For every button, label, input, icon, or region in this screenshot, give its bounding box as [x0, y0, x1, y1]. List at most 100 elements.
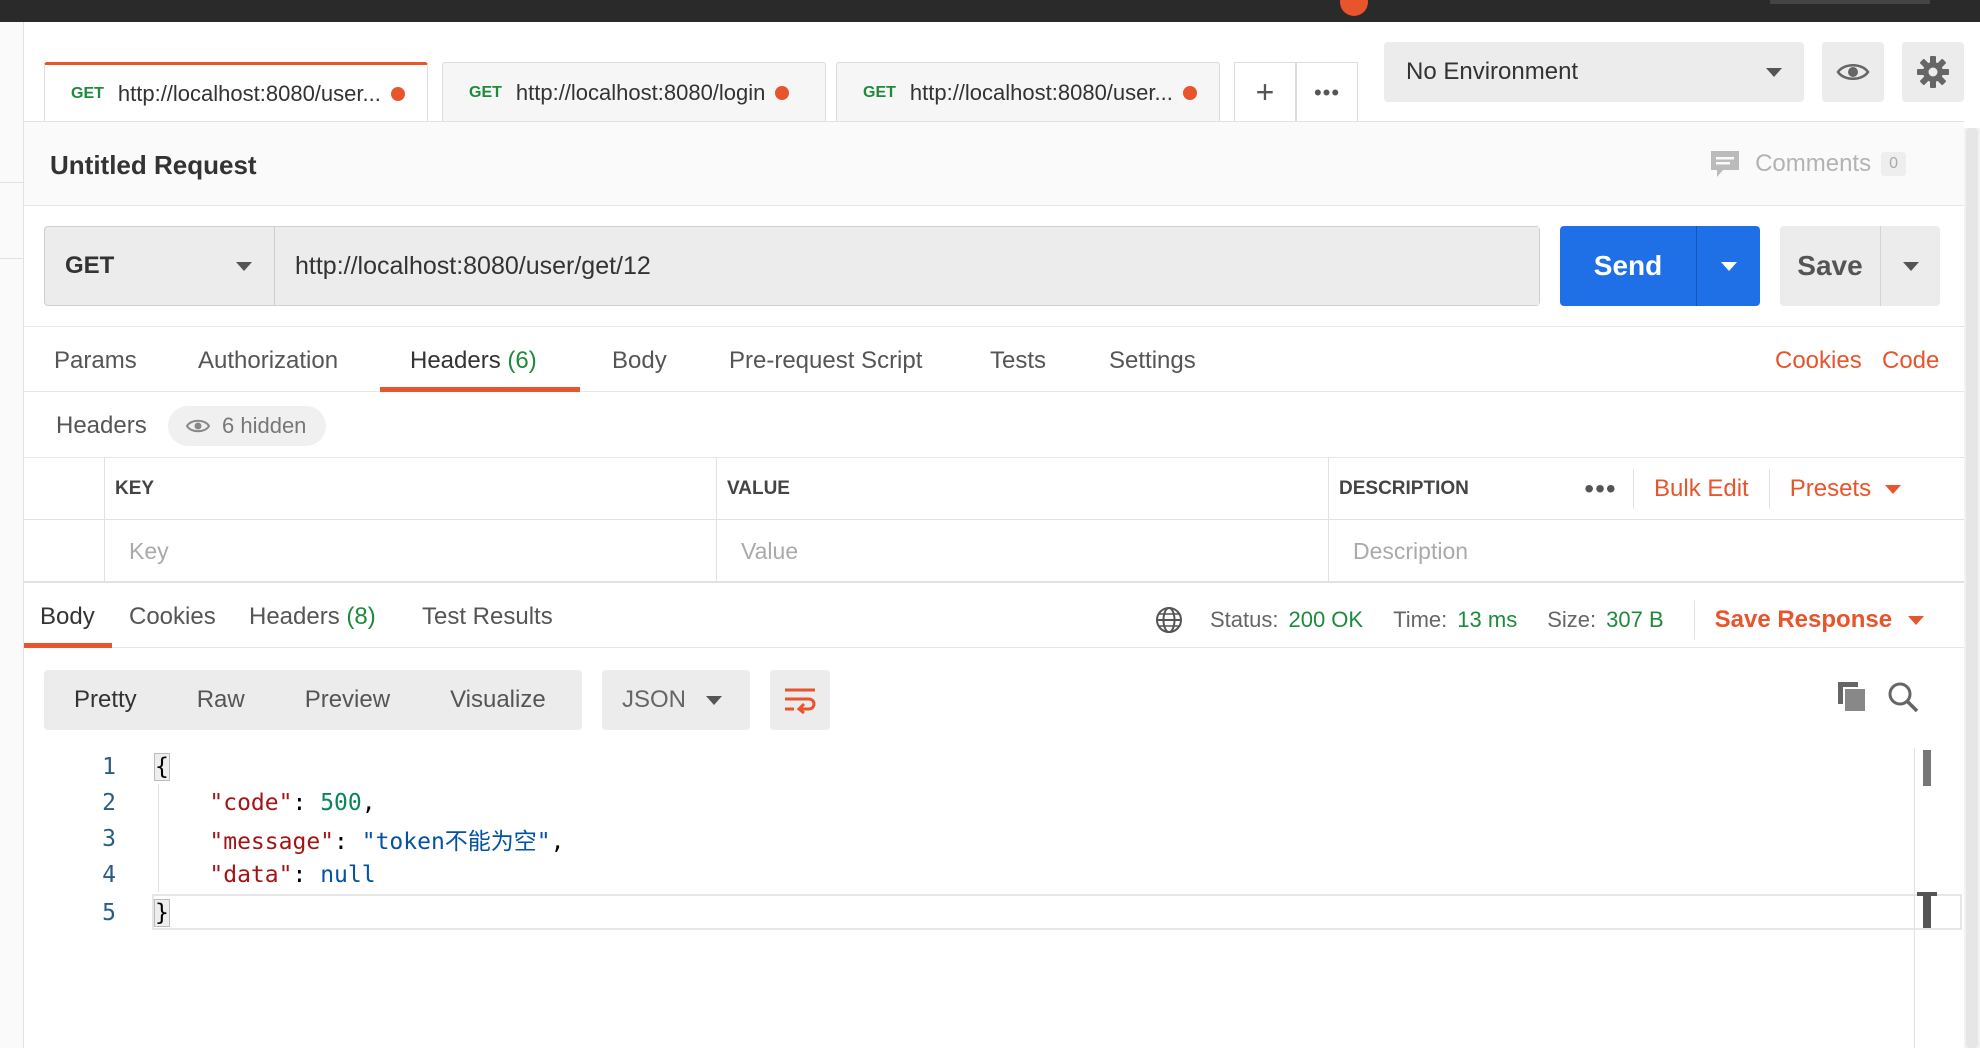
app-status-dot	[1340, 0, 1368, 16]
page-scrollbar-thumb[interactable]	[1966, 128, 1978, 1048]
request-header: Untitled Request Comments 0	[24, 122, 1964, 206]
line-number: 3	[102, 826, 116, 852]
status-label: Status:	[1210, 607, 1279, 632]
presets-button[interactable]: Presets	[1770, 469, 1921, 509]
time-value[interactable]: 13 ms	[1457, 607, 1517, 633]
request-tab-2[interactable]: GET http://localhost:8080/login	[442, 62, 826, 122]
response-tab-cookies[interactable]: Cookies	[129, 603, 216, 631]
top-bar-edge	[1770, 0, 1930, 4]
editor-scrollbar[interactable]	[1914, 748, 1937, 1048]
response-view-modes: Pretty Raw Preview Visualize	[44, 670, 582, 730]
more-icon[interactable]: •••	[1568, 469, 1634, 509]
tab-url: http://localhost:8080/user...	[909, 79, 1173, 105]
line-number: 2	[102, 790, 116, 816]
response-body-editor[interactable]: 1 { 2 "code": 500, 3 "message": "token不能…	[24, 748, 1962, 1048]
headers-table: KEY VALUE DESCRIPTION ••• Bulk Edit Pres…	[24, 458, 1964, 582]
send-button[interactable]: Send	[1560, 226, 1760, 306]
url-value: http://localhost:8080/user/get/12	[295, 251, 651, 280]
tab-params[interactable]: Params	[54, 347, 137, 375]
globe-icon[interactable]	[1154, 605, 1184, 635]
request-tab-1[interactable]: GET http://localhost:8080/user...	[44, 62, 428, 123]
tab-method: GET	[71, 85, 104, 102]
send-label: Send	[1593, 250, 1663, 281]
comment-icon	[1711, 151, 1740, 177]
tab-prerequest-script[interactable]: Pre-request Script	[729, 347, 922, 375]
hidden-headers-toggle[interactable]: 6 hidden	[168, 406, 327, 446]
copy-icon[interactable]	[1836, 680, 1870, 714]
sidebar-collapsed	[0, 22, 24, 1048]
format-value: JSON	[622, 686, 687, 713]
code-line: 5 }	[24, 895, 1940, 931]
tab-method: GET	[863, 83, 896, 101]
column-key: KEY	[115, 478, 155, 499]
chevron-down-icon	[236, 262, 252, 271]
environment-quick-look-button[interactable]	[1822, 42, 1884, 102]
bulk-edit-button[interactable]: Bulk Edit	[1634, 469, 1770, 509]
comments-button[interactable]: Comments 0	[1709, 148, 1906, 180]
tab-url: http://localhost:8080/login	[515, 79, 766, 105]
size-value[interactable]: 307 B	[1606, 607, 1664, 633]
eye-icon	[1836, 64, 1870, 80]
format-select[interactable]: JSON	[602, 670, 750, 730]
save-options-chevron-icon[interactable]	[1903, 261, 1919, 271]
tab-authorization[interactable]: Authorization	[198, 347, 338, 375]
tab-body[interactable]: Body	[612, 347, 667, 375]
method-select[interactable]: GET	[45, 227, 275, 305]
chevron-down-icon	[1885, 484, 1902, 494]
code-line: 2 "code": 500,	[24, 785, 1940, 821]
tab-tests[interactable]: Tests	[990, 347, 1046, 375]
tab-headers[interactable]: Headers (6)	[410, 347, 537, 375]
table-header-row: KEY VALUE DESCRIPTION ••• Bulk Edit Pres…	[24, 458, 1964, 520]
code-link[interactable]: Code	[1882, 347, 1939, 375]
tab-settings[interactable]: Settings	[1109, 347, 1196, 375]
tab-options-button[interactable]: •••	[1296, 62, 1358, 122]
environment-value: No Environment	[1406, 58, 1579, 85]
request-tab-3[interactable]: GET http://localhost:8080/user...	[836, 62, 1220, 122]
url-input[interactable]: http://localhost:8080/user/get/12	[275, 227, 1539, 305]
response-tab-body[interactable]: Body	[40, 603, 95, 631]
value-input[interactable]: Value	[716, 520, 1328, 582]
comments-label: Comments	[1755, 150, 1872, 177]
plus-icon: +	[1255, 74, 1275, 110]
line-number: 5	[102, 900, 116, 926]
environment-select[interactable]: No Environment	[1384, 42, 1804, 102]
open-brace: {	[154, 753, 170, 781]
view-visualize[interactable]: Visualize	[420, 670, 576, 730]
request-title[interactable]: Untitled Request	[50, 150, 257, 181]
column-description: DESCRIPTION	[1339, 478, 1469, 499]
chevron-down-icon	[1766, 68, 1782, 77]
active-tab-indicator	[24, 643, 112, 648]
response-meta: Status: 200 OK Time: 13 ms Size: 307 B S…	[1154, 601, 1925, 639]
unsaved-dot-icon	[390, 87, 405, 101]
response-tab-test-results[interactable]: Test Results	[422, 603, 553, 631]
gear-icon	[1917, 56, 1949, 88]
view-preview[interactable]: Preview	[275, 670, 420, 730]
description-input[interactable]: Description	[1328, 520, 1964, 582]
chevron-down-icon	[1908, 615, 1925, 625]
tab-method: GET	[469, 83, 502, 101]
status-value[interactable]: 200 OK	[1288, 607, 1363, 633]
response-tab-headers[interactable]: Headers (8)	[249, 603, 376, 631]
search-icon[interactable]	[1886, 680, 1920, 714]
key-input[interactable]: Key	[104, 520, 716, 582]
line-number: 1	[102, 754, 116, 780]
eye-icon	[186, 419, 210, 433]
manage-environments-button[interactable]	[1902, 42, 1964, 102]
view-raw[interactable]: Raw	[167, 670, 275, 730]
chevron-down-icon	[706, 696, 722, 705]
cookies-link[interactable]: Cookies	[1775, 347, 1862, 375]
new-tab-button[interactable]: +	[1234, 62, 1296, 122]
response-headers-count: (8)	[346, 603, 376, 630]
unsaved-dot-icon	[1182, 85, 1197, 100]
request-section-tabs: Params Authorization Headers (6) Body Pr…	[24, 326, 1964, 392]
save-response-button[interactable]: Save Response	[1715, 606, 1925, 634]
code-line: 4 "data": null	[24, 857, 1940, 893]
save-button[interactable]: Save	[1780, 226, 1940, 306]
wrap-lines-button[interactable]	[770, 670, 830, 730]
save-label: Save	[1797, 250, 1863, 281]
page-scrollbar[interactable]	[1964, 128, 1980, 1048]
response-section-tabs: Body Cookies Headers (8) Test Results St…	[24, 582, 1964, 648]
view-pretty[interactable]: Pretty	[44, 670, 167, 730]
send-options-chevron-icon[interactable]	[1721, 261, 1737, 271]
unsaved-dot-icon	[775, 85, 790, 100]
